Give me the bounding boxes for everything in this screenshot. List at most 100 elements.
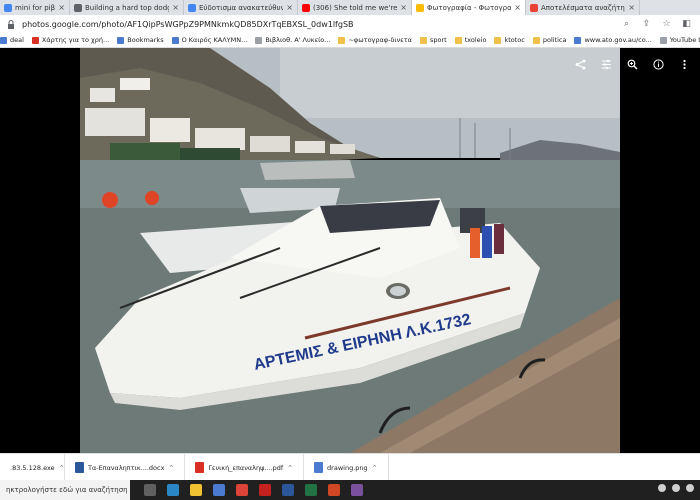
bookmark-item[interactable]: YouTube to mp3 Co...: [659, 36, 700, 44]
red-icon: [31, 36, 39, 44]
bookmark-item[interactable]: ktotoc: [494, 36, 525, 44]
tab-label: (306) She told me we're NEVER: [313, 3, 398, 12]
close-icon[interactable]: ×: [400, 3, 407, 12]
tab-label: Φωτογραφία - Φωτογραφίες G: [427, 3, 512, 12]
star-icon[interactable]: ☆: [661, 18, 672, 29]
tab-label: Building a hard top dodger to w: [85, 3, 169, 12]
bookmark-label: ktotoc: [504, 36, 525, 44]
harbor-boat-photo: ΑΡΤΕΜΙΣ & ΕΙΡΗΝΗ Λ.Κ.1732: [80, 48, 620, 453]
download-item[interactable]: drawing.png ⌃: [304, 454, 389, 481]
folder-icon: [338, 36, 346, 44]
search-icon[interactable]: ⌕: [621, 18, 632, 29]
info-icon[interactable]: [652, 58, 664, 70]
bookmark-label: ~φωτογραφ-δινετα: [348, 36, 412, 44]
task-view-icon[interactable]: [144, 484, 156, 496]
tab-0[interactable]: mini for piβ - Αναζήτ ×: [0, 0, 70, 15]
close-icon[interactable]: ×: [628, 3, 635, 12]
powerpoint-icon[interactable]: [328, 484, 340, 496]
close-icon[interactable]: ×: [286, 3, 293, 12]
address-bar[interactable]: photos.google.com/photo/AF1QipPsWGPpZ9PM…: [0, 15, 700, 33]
bookmark-label: txoleio: [464, 36, 487, 44]
folder-icon: [494, 36, 502, 44]
zoom-icon[interactable]: [626, 58, 638, 70]
lock-icon[interactable]: [6, 19, 16, 29]
bookmark-item[interactable]: Χάρτης για το χρή...: [31, 36, 110, 44]
download-item[interactable]: .83.5.128.exe ⌃: [0, 454, 65, 481]
excel-icon[interactable]: [305, 484, 317, 496]
taskbar-search-placeholder: ηκτρολογήστε εδώ για αναζήτηση: [6, 486, 128, 494]
bookmark-label: Χάρτης για το χρή...: [41, 36, 110, 44]
edge-icon[interactable]: [167, 484, 179, 496]
file-explorer-icon[interactable]: [190, 484, 202, 496]
download-item[interactable]: Γενική_επαναληψ....pdf ⌃: [185, 454, 305, 481]
taskbar: ηκτρολογήστε εδώ για αναζήτηση: [0, 480, 700, 500]
more-icon[interactable]: [678, 58, 690, 70]
viber-icon[interactable]: [351, 484, 363, 496]
tab-3[interactable]: (306) She told me we're NEVER ×: [298, 0, 412, 15]
viewer-toolbar: [574, 58, 690, 70]
extensions-icon[interactable]: ◧: [681, 18, 692, 29]
photo-viewer: ΑΡΤΕΜΙΣ & ΕΙΡΗΝΗ Λ.Κ.1732: [0, 48, 700, 453]
bookmark-item[interactable]: sport: [419, 36, 447, 44]
google-icon: [188, 3, 196, 12]
store-icon[interactable]: [213, 484, 225, 496]
share-icon[interactable]: ⇪: [641, 18, 652, 29]
taskbar-search-input[interactable]: ηκτρολογήστε εδώ για αναζήτηση: [0, 480, 130, 500]
google-icon: [4, 3, 12, 12]
adjust-icon[interactable]: [600, 58, 612, 70]
bookmark-icon: [0, 36, 7, 44]
folder-icon: [532, 36, 540, 44]
close-icon[interactable]: ×: [58, 3, 65, 12]
tab-strip: mini for piβ - Αναζήτ × Building a hard …: [0, 0, 700, 15]
pdf-icon: [195, 462, 205, 473]
star-icon: [117, 36, 125, 44]
youtube-icon: [302, 3, 310, 12]
bookmark-item[interactable]: ~φωτογραφ-δινετα: [338, 36, 412, 44]
chrome-icon[interactable]: [236, 484, 248, 496]
close-icon[interactable]: ×: [514, 3, 521, 12]
tab-2[interactable]: Εύδοτισμα ανακατεύθυνσης ×: [184, 0, 298, 15]
tray-icon[interactable]: [658, 484, 666, 492]
tab-1[interactable]: Building a hard top dodger to w ×: [70, 0, 184, 15]
download-label: .83.5.128.exe: [10, 463, 55, 472]
download-item[interactable]: Τα-Επαναληπτικ....docx ⌃: [65, 454, 186, 481]
blue-icon: [574, 36, 582, 44]
bookmark-item[interactable]: Bookmarks: [117, 36, 164, 44]
tray-icon[interactable]: [686, 484, 694, 492]
web-icon: [74, 3, 82, 12]
gray-icon: [659, 36, 667, 44]
bookmark-item[interactable]: txoleio: [454, 36, 487, 44]
bookmark-label: Bookmarks: [127, 36, 164, 44]
bookmark-label: politica: [542, 36, 567, 44]
bookmark-label: Βιβλιοθ. Α' Λυκείο...: [265, 36, 331, 44]
bookmark-label: deal: [10, 36, 24, 44]
tab-5[interactable]: Αποτελέσματα αναζήτησης - pi ×: [526, 0, 640, 15]
bookmark-item[interactable]: Βιβλιοθ. Α' Λυκείο...: [255, 36, 330, 44]
bookmark-item[interactable]: Ο Καιρός ΚΑΛΥΜΝ...: [171, 36, 248, 44]
chevron-down-icon[interactable]: ⌃: [372, 464, 378, 472]
chevron-down-icon[interactable]: ⌃: [287, 464, 293, 472]
bookmarks-bar: deal Χάρτης για το χρή... Bookmarks Ο Κα…: [0, 33, 700, 48]
google-photos-icon: [416, 3, 424, 12]
acrobat-icon[interactable]: [259, 484, 271, 496]
tray-icon[interactable]: [672, 484, 680, 492]
tab-4-active[interactable]: Φωτογραφία - Φωτογραφίες G ×: [412, 0, 526, 15]
bookmark-item[interactable]: www.ato.gov.au/co...: [574, 36, 652, 44]
chevron-down-icon[interactable]: ⌃: [59, 464, 65, 472]
url-text[interactable]: photos.google.com/photo/AF1QipPsWGPpZ9PM…: [22, 20, 354, 29]
download-label: drawing.png: [327, 463, 368, 472]
bookmark-label: sport: [429, 36, 447, 44]
blue-icon: [171, 36, 179, 44]
bookmark-item[interactable]: politica: [532, 36, 567, 44]
bookmark-item[interactable]: deal: [0, 36, 24, 44]
word-icon[interactable]: [282, 484, 294, 496]
bookmark-label: Ο Καιρός ΚΑΛΥΜΝ...: [181, 36, 248, 44]
tab-label: Αποτελέσματα αναζήτησης - pi: [541, 3, 625, 12]
close-icon[interactable]: ×: [172, 3, 179, 12]
share-icon[interactable]: [574, 58, 586, 70]
chevron-down-icon[interactable]: ⌃: [168, 464, 174, 472]
tab-label: mini for piβ - Αναζήτ: [15, 3, 56, 12]
photo[interactable]: ΑΡΤΕΜΙΣ & ΕΙΡΗΝΗ Λ.Κ.1732: [80, 48, 620, 453]
bookmark-label: www.ato.gov.au/co...: [584, 36, 652, 44]
bookmark-label: YouTube to mp3 Co...: [669, 36, 700, 44]
